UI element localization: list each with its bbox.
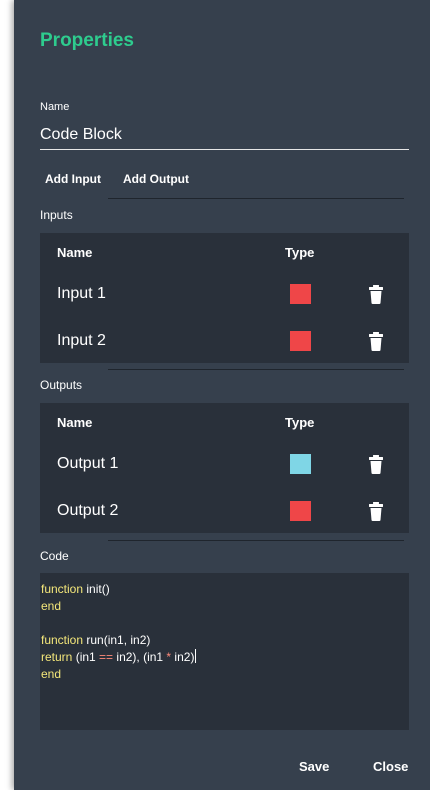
outputs-section-label: Outputs: [40, 378, 83, 392]
name-label: Name: [40, 101, 70, 113]
code-text: (in1: [72, 650, 100, 664]
code-keyword: function: [41, 633, 84, 647]
code-editor[interactable]: function init() end function run(in1, in2)…: [40, 573, 409, 730]
code-text: run(in1, in2): [83, 633, 151, 647]
inputs-table: Name Type Input 1 Input 2: [40, 233, 409, 363]
outputs-col-name: Name: [57, 415, 93, 430]
add-output-button[interactable]: Add Output: [123, 172, 189, 186]
output-type-swatch[interactable]: [290, 454, 311, 474]
text-cursor: [195, 649, 197, 663]
panel-title: Properties: [40, 30, 134, 51]
code-keyword: function: [41, 582, 84, 596]
code-keyword: end: [41, 599, 62, 613]
output-row-name: Output 1: [57, 455, 119, 472]
close-button[interactable]: Close: [373, 759, 408, 774]
save-button[interactable]: Save: [299, 759, 329, 774]
trash-icon[interactable]: [365, 453, 387, 475]
outputs-col-type: Type: [285, 415, 315, 430]
code-line: end: [41, 598, 61, 615]
trash-icon[interactable]: [365, 283, 387, 305]
input-row-name: Input 1: [57, 285, 106, 302]
trash-icon[interactable]: [365, 500, 387, 522]
input-row: Input 1: [40, 271, 409, 317]
output-row: Output 1: [40, 441, 409, 487]
code-section-label: Code: [40, 549, 69, 563]
inputs-section-label: Inputs: [40, 208, 73, 222]
inputs-col-type: Type: [285, 245, 315, 260]
code-text: in2): [171, 650, 195, 664]
inputs-col-name: Name: [57, 245, 93, 260]
input-row-name: Input 2: [57, 332, 106, 349]
code-operator: ==: [99, 650, 114, 664]
properties-panel: Properties Name Add Input Add Output Inp…: [14, 0, 430, 790]
divider: [108, 369, 404, 370]
divider: [108, 540, 404, 541]
divider: [108, 198, 404, 199]
trash-icon[interactable]: [365, 330, 387, 352]
code-text: in2), (in1: [113, 650, 167, 664]
code-text: init(): [83, 582, 110, 596]
code-line: end: [41, 666, 61, 683]
code-line: function init(): [41, 581, 110, 598]
output-type-swatch[interactable]: [290, 501, 311, 521]
input-type-swatch[interactable]: [290, 284, 311, 304]
output-row-name: Output 2: [57, 502, 119, 519]
add-input-button[interactable]: Add Input: [45, 172, 101, 186]
code-keyword: return: [41, 650, 73, 664]
name-field[interactable]: [40, 121, 409, 150]
outputs-table: Name Type Output 1 Output 2: [40, 403, 409, 533]
code-line: function run(in1, in2): [41, 632, 150, 649]
code-keyword: end: [41, 667, 62, 681]
input-row: Input 2: [40, 318, 409, 364]
code-line: return (in1 == in2), (in1 * in2): [41, 649, 197, 666]
input-type-swatch[interactable]: [290, 331, 311, 351]
output-row: Output 2: [40, 488, 409, 534]
